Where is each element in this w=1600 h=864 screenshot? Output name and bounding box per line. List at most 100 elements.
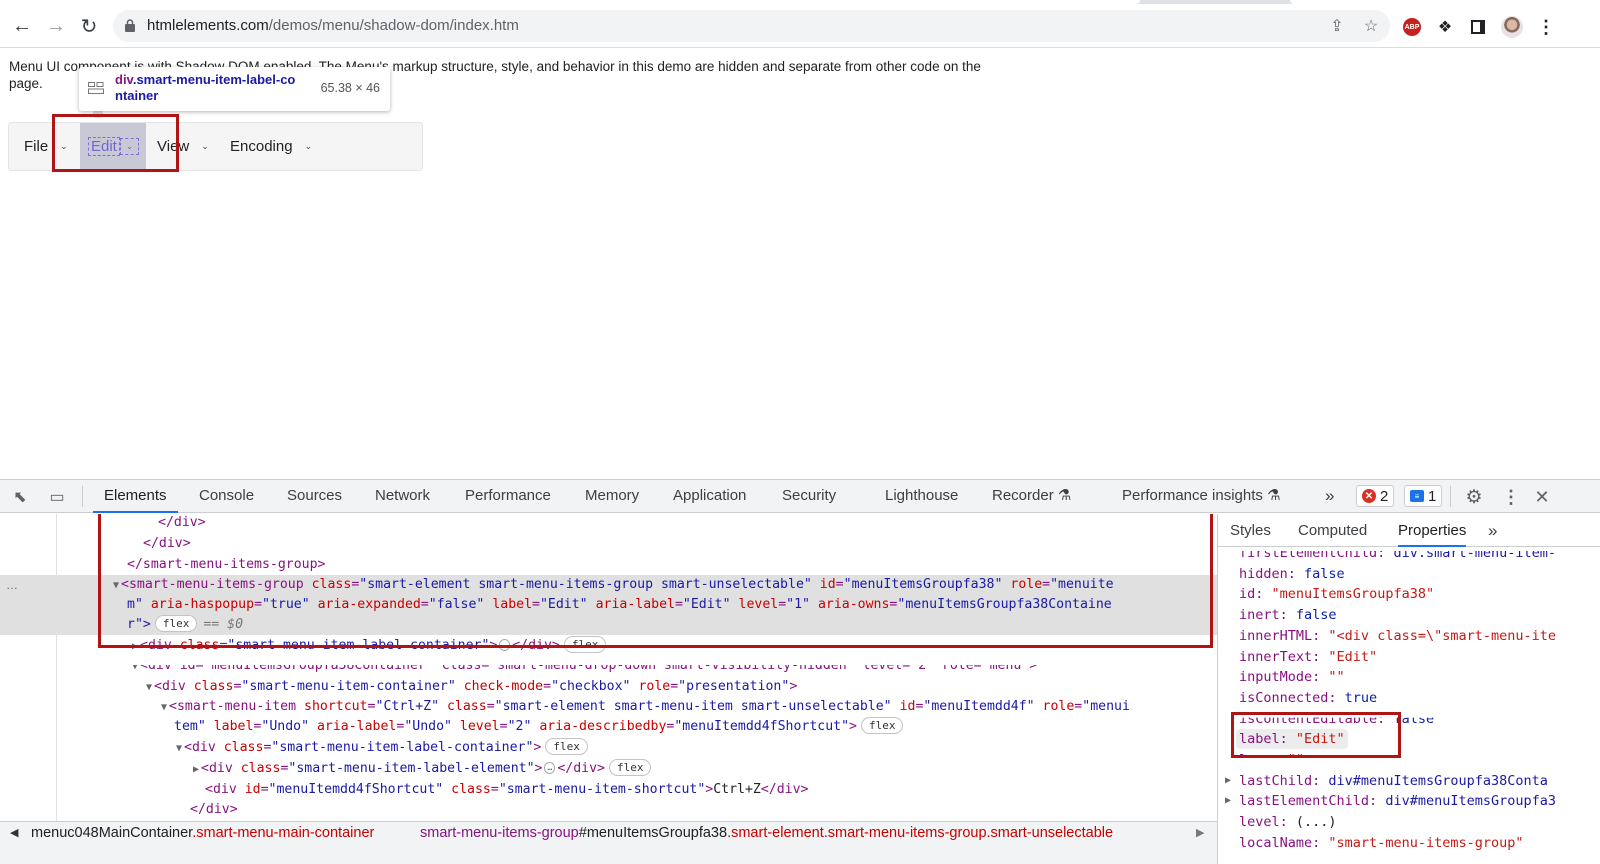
property-row[interactable]: localName: "smart-menu-items-group": [1239, 833, 1524, 853]
inspect-element-icon[interactable]: ⬉: [10, 487, 30, 507]
dom-node[interactable]: ▶ <div class="smart-menu-item-label-eleme…: [193, 759, 652, 779]
dom-node[interactable]: ▼ <div id="menuItemsGroupfa38Container" c…: [132, 665, 1037, 676]
tooltip-selector: div.smart-menu-item-label-co ntainer: [115, 72, 296, 103]
inspect-tooltip: div.smart-menu-item-label-co ntainer 65.…: [79, 67, 390, 111]
tab-application[interactable]: Application: [673, 480, 746, 513]
flex-badge[interactable]: flex: [860, 717, 904, 734]
address-bar[interactable]: htmlelements.com/demos/menu/shadow-dom/i…: [113, 10, 1390, 42]
tab-performance-insights[interactable]: Performance insights ⚗: [1122, 480, 1281, 513]
dom-node[interactable]: ▼ <div class="smart-menu-item-label-conta…: [176, 738, 588, 758]
property-row[interactable]: innerHTML: "<div class=\"smart-menu-ite: [1239, 626, 1556, 646]
tab-security[interactable]: Security: [782, 480, 836, 513]
property-key: inert: [1239, 607, 1280, 624]
lock-icon: [125, 19, 135, 32]
elements-tree: </div> </div> </smart-menu-items-group> …: [0, 514, 1217, 828]
property-key: lastChild: [1239, 772, 1313, 789]
message-icon: ≡: [1410, 490, 1424, 502]
property-row[interactable]: isConnected: true: [1239, 688, 1377, 708]
device-toolbar-icon[interactable]: ▭: [47, 487, 67, 507]
tab-elements[interactable]: Elements: [93, 480, 178, 513]
browser-toolbar: ← → ↻ htmlelements.com/demos/menu/shadow…: [0, 4, 1600, 48]
property-key: level: [1239, 814, 1280, 831]
bookmark-star-icon[interactable]: ☆: [1361, 16, 1381, 36]
expand-triangle-icon[interactable]: ▶: [1225, 791, 1231, 811]
dom-node[interactable]: tem" label="Undo" aria-label="Undo" leve…: [174, 717, 904, 737]
extensions-puzzle-icon[interactable]: ❖: [1434, 16, 1456, 38]
url-text[interactable]: htmlelements.com/demos/menu/shadow-dom/i…: [147, 17, 519, 34]
property-value: false: [1295, 607, 1337, 624]
dom-node[interactable]: ▼ <smart-menu-item shortcut="Ctrl+Z" clas…: [161, 697, 1130, 717]
property-value: div#menuItemsGroupfa38Conta: [1328, 772, 1548, 789]
tab-network[interactable]: Network: [375, 480, 430, 513]
breadcrumb-item[interactable]: smart-menu-items-group#menuItemsGroupfa3…: [420, 825, 1113, 841]
profile-avatar[interactable]: [1501, 16, 1523, 38]
error-icon: ✕: [1362, 489, 1376, 503]
back-icon[interactable]: ←: [8, 12, 36, 40]
experiment-flask-icon: ⚗: [1057, 487, 1072, 504]
property-row[interactable]: id: "menuItemsGroupfa38": [1239, 584, 1434, 604]
close-devtools-icon[interactable]: ✕: [1532, 487, 1552, 507]
settings-gear-icon[interactable]: ⚙: [1464, 487, 1484, 508]
tab-sources[interactable]: Sources: [287, 480, 342, 513]
property-key: isConnected: [1239, 689, 1329, 706]
more-tabs-icon[interactable]: »: [1325, 480, 1334, 513]
property-row[interactable]: inert: false: [1239, 605, 1337, 625]
more-actions-icon[interactable]: …: [6, 575, 18, 595]
flex-layout-icon: [88, 82, 104, 94]
property-row[interactable]: ▶ lastElementChild: div#menuItemsGroupfa3: [1225, 791, 1556, 811]
ellipsis-icon[interactable]: …: [544, 762, 556, 774]
property-key: innerHTML: [1239, 627, 1313, 644]
dom-breadcrumbs: ◀ menuc048MainContainer.smart-menu-main-…: [0, 821, 1217, 864]
scroll-right-icon[interactable]: ▶: [1196, 826, 1204, 839]
property-row[interactable]: hidden: false: [1239, 564, 1345, 584]
property-row[interactable]: level: (...): [1239, 812, 1337, 832]
experiment-flask-icon: ⚗: [1267, 487, 1281, 504]
property-row[interactable]: inputMode: "": [1239, 667, 1345, 687]
flex-badge[interactable]: flex: [608, 759, 652, 776]
dom-node[interactable]: <div id="menuItemdd4fShortcut" class="sm…: [205, 780, 809, 800]
property-value: true: [1344, 689, 1378, 706]
tab-performance[interactable]: Performance: [465, 480, 551, 513]
more-options-icon[interactable]: ⋮: [1501, 487, 1521, 507]
tooltip-dimensions: 65.38 × 46: [320, 81, 380, 95]
annotation-highlight-edit: [52, 114, 179, 172]
property-row[interactable]: ▶ lastChild: div#menuItemsGroupfa38Conta: [1225, 771, 1548, 791]
property-value: "": [1328, 669, 1345, 686]
error-count-badge[interactable]: ✕ 2: [1356, 485, 1395, 507]
devtools-panel: ⬉ ▭ Elements Console Sources Network Per…: [0, 479, 1600, 864]
dom-node[interactable]: </div>: [190, 800, 238, 820]
reload-icon[interactable]: ↻: [75, 12, 103, 40]
side-panel-icon[interactable]: [1467, 16, 1489, 38]
annotation-highlight-label: [1231, 712, 1401, 758]
message-count-badge[interactable]: ≡ 1: [1404, 485, 1443, 507]
adblock-plus-icon[interactable]: ABP: [1401, 16, 1423, 38]
property-value: div#menuItemsGroupfa3: [1385, 793, 1556, 810]
tab-lighthouse[interactable]: Lighthouse: [885, 480, 958, 513]
property-value: div.smart-menu-item-: [1393, 545, 1556, 561]
property-key: firstElementChild: [1239, 545, 1378, 561]
dom-node[interactable]: ▼ <div class="smart-menu-item-container" …: [146, 677, 797, 697]
property-value: "Edit": [1328, 648, 1378, 665]
property-row[interactable]: innerText: "Edit": [1239, 647, 1377, 667]
properties-list: ▶ firstElementChild: div.smart-menu-item-…: [1218, 514, 1600, 864]
property-value: "smart-menu-items-group": [1328, 834, 1524, 851]
flex-badge[interactable]: flex: [545, 738, 588, 755]
chevron-down-icon: ⌄: [304, 141, 313, 151]
property-key: inputMode: [1239, 669, 1313, 686]
more-menu-icon[interactable]: ⋮: [1535, 16, 1557, 38]
scroll-left-icon[interactable]: ◀: [10, 826, 18, 839]
property-key: localName: [1239, 834, 1313, 851]
property-key: lastElementChild: [1239, 793, 1370, 810]
expand-triangle-icon[interactable]: ▶: [1225, 543, 1231, 563]
menu-item-encoding[interactable]: Encoding ⌄: [230, 123, 312, 170]
tab-memory[interactable]: Memory: [585, 480, 639, 513]
breadcrumb-item[interactable]: menuc048MainContainer.smart-menu-main-co…: [31, 825, 374, 841]
chevron-down-icon: ⌄: [201, 141, 209, 151]
share-icon[interactable]: ⇪: [1327, 16, 1347, 36]
expand-triangle-icon[interactable]: ▶: [1225, 771, 1231, 791]
property-row[interactable]: ▶ firstElementChild: div.smart-menu-item-: [1239, 545, 1556, 563]
tab-recorder[interactable]: Recorder ⚗: [992, 480, 1071, 513]
property-key: innerText: [1239, 648, 1313, 665]
tab-console[interactable]: Console: [199, 480, 254, 513]
forward-icon[interactable]: →: [42, 12, 70, 40]
